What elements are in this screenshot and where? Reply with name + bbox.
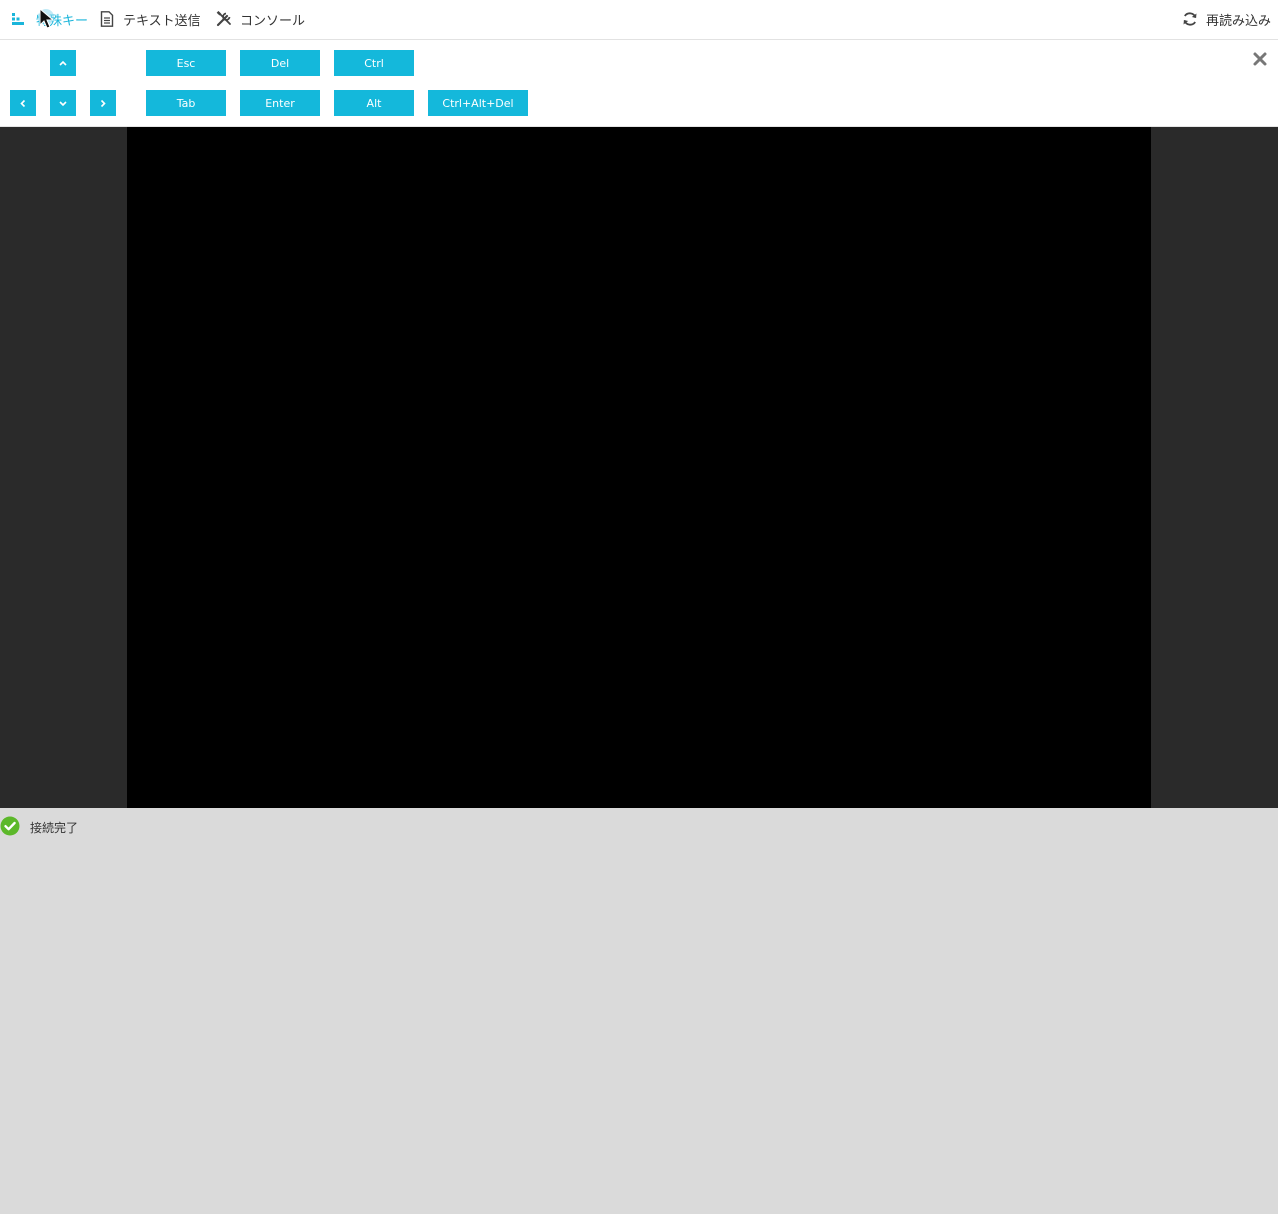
keyboard-icon: [10, 11, 26, 27]
enter-key[interactable]: Enter: [240, 90, 320, 116]
chevron-right-icon: [100, 99, 106, 108]
close-icon: [1253, 52, 1267, 66]
close-panel-button[interactable]: [1252, 51, 1268, 67]
arrow-right-key[interactable]: [90, 90, 116, 116]
esc-key[interactable]: Esc: [146, 50, 226, 76]
remote-console-screen[interactable]: [127, 127, 1151, 808]
status-text: 接続完了: [30, 821, 79, 835]
ctrl-key[interactable]: Ctrl: [334, 50, 414, 76]
check-circle-icon: [0, 816, 20, 836]
special-keys-panel: Esc Del Ctrl Tab Enter Alt Ctrl+Alt+Del: [0, 40, 1278, 127]
console-frame: [0, 127, 1278, 808]
arrow-left-key[interactable]: [10, 90, 36, 116]
tab-key[interactable]: Tab: [146, 90, 226, 116]
refresh-icon: [1182, 11, 1198, 27]
tools-icon: [216, 11, 232, 27]
send-text-tab[interactable]: テキスト送信: [99, 0, 201, 38]
console-label: コンソール: [240, 13, 306, 29]
reload-button[interactable]: 再読み込み: [1182, 0, 1271, 38]
status-bar: 接続完了: [0, 808, 1278, 848]
chevron-down-icon: [59, 101, 67, 107]
ctrl-alt-del-key[interactable]: Ctrl+Alt+Del: [428, 90, 528, 116]
chevron-up-icon: [59, 60, 67, 66]
del-key[interactable]: Del: [240, 50, 320, 76]
console-tab[interactable]: コンソール: [216, 0, 305, 38]
arrow-up-key[interactable]: [50, 50, 76, 76]
alt-key[interactable]: Alt: [334, 90, 414, 116]
reload-label: 再読み込み: [1206, 13, 1272, 29]
special-keys-tab[interactable]: 特殊キー: [10, 0, 88, 38]
arrow-down-key[interactable]: [50, 90, 76, 116]
chevron-left-icon: [20, 99, 26, 108]
send-text-label: テキスト送信: [123, 13, 201, 29]
document-icon: [99, 11, 115, 27]
special-keys-label: 特殊キー: [36, 13, 89, 29]
top-toolbar: 特殊キー テキスト送信 コンソール 再読み込み: [0, 0, 1278, 40]
